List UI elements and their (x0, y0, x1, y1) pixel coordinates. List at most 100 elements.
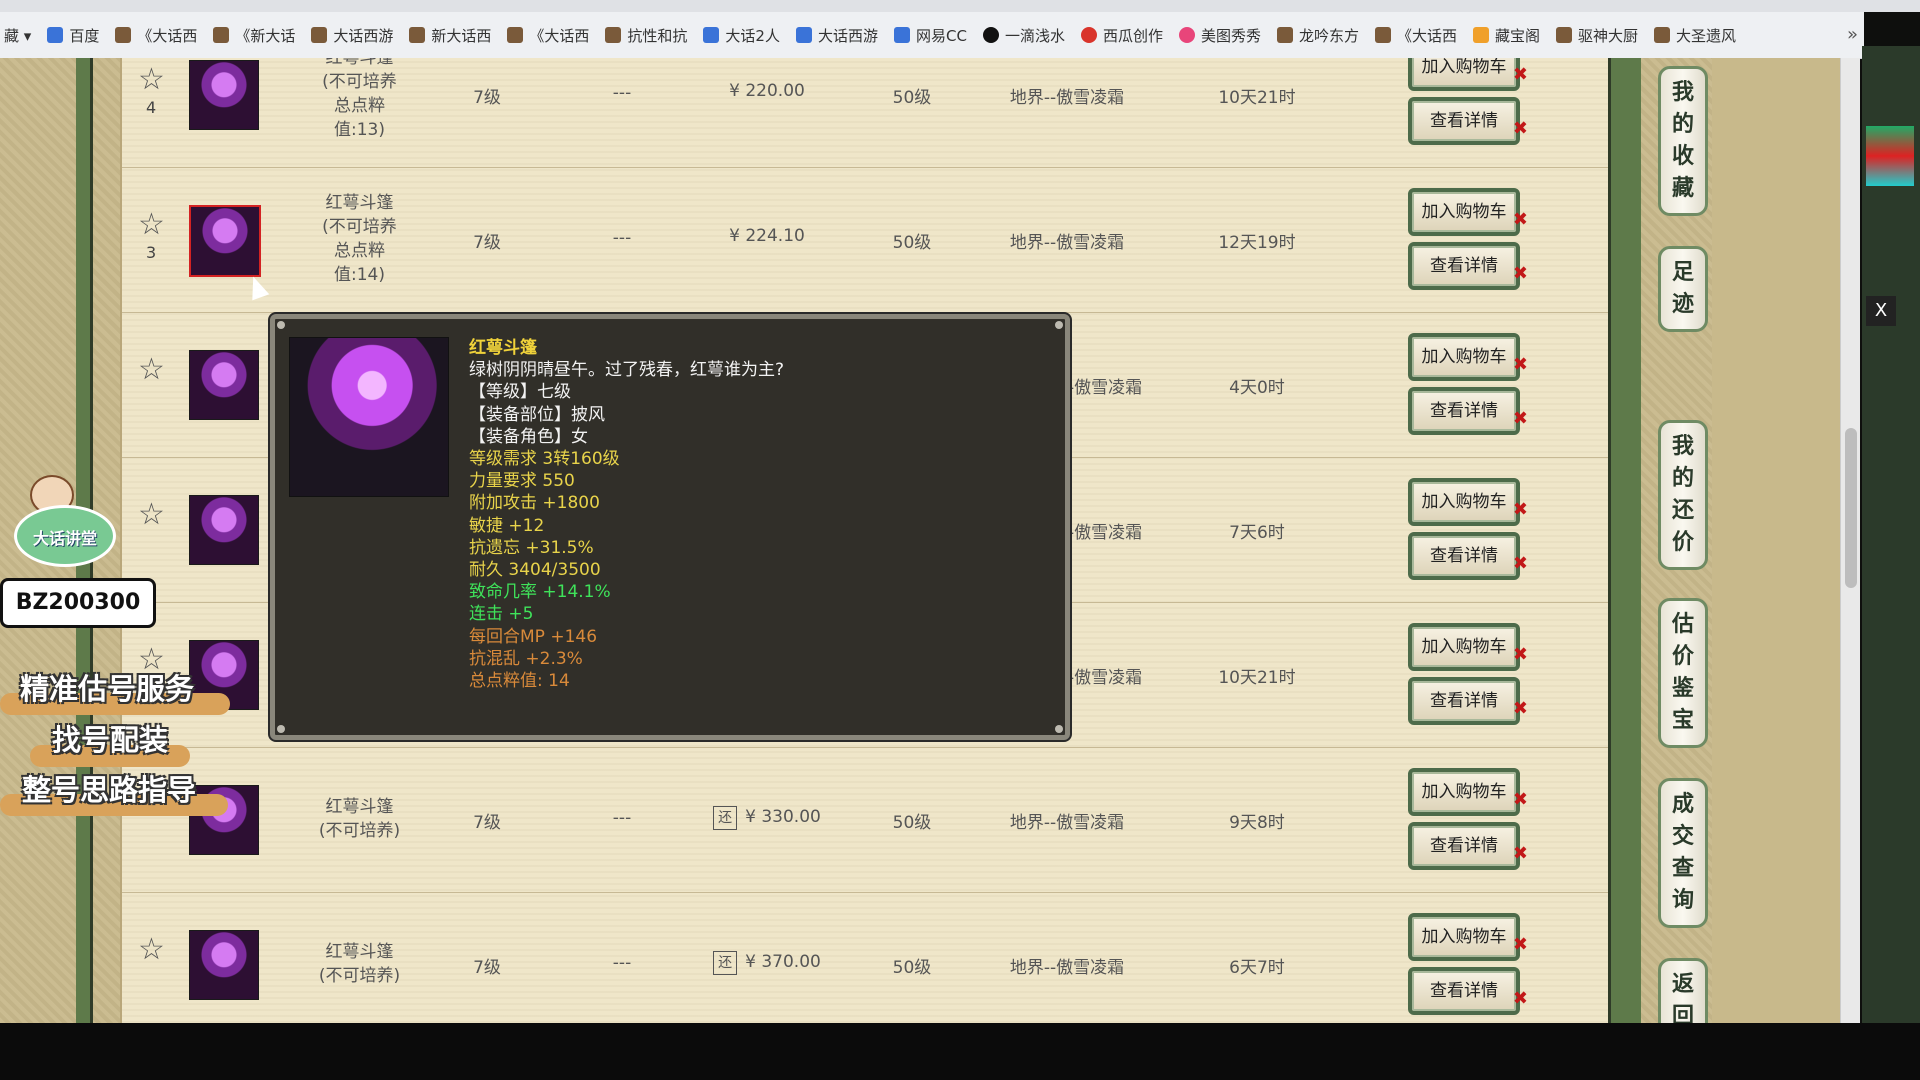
bookmark-item[interactable]: 藏 ▾ (4, 25, 31, 46)
bookmark-favicon-icon (605, 27, 622, 43)
add-to-cart-button[interactable]: 加入购物车 ✖ (1408, 333, 1528, 381)
bookmark-item[interactable]: 美图秀秀 (1178, 25, 1261, 46)
item-tooltip: 红萼斗篷 绿树阴阴晴昼午。过了残春，红萼谁为主? 【等级】七级 【装备部位】披风 【装… (270, 314, 1070, 740)
bookmark-favicon-icon (703, 27, 720, 43)
game-hud-icon (1866, 126, 1914, 186)
side-tab-1[interactable]: 足 迹 (1658, 246, 1708, 332)
item-extra: --- (612, 83, 632, 103)
bookmark-item[interactable]: 《大话西 (507, 25, 589, 46)
bargain-icon[interactable]: 还 (713, 806, 738, 830)
side-close-button[interactable]: X (1866, 296, 1896, 326)
view-details-button[interactable]: 查看详情 ✖ (1408, 967, 1528, 1015)
side-tab-label: 足 迹 (1671, 260, 1694, 317)
item-attribute-line: 等级需求 3转160级 (469, 449, 620, 470)
item-thumbnail[interactable] (189, 205, 261, 277)
view-details-button[interactable]: 查看详情 ✖ (1408, 387, 1528, 435)
side-tab-0[interactable]: 我 的 收 藏 (1658, 66, 1708, 216)
server-name: 地界--傲雪凌霜 (1009, 88, 1125, 108)
item-thumbnail[interactable] (189, 930, 259, 1000)
button-label: 查看详情 (1430, 691, 1498, 711)
button-label: 查看详情 (1430, 256, 1498, 276)
streamer-badge: 大话讲堂 (10, 475, 116, 567)
item-title: 红萼斗篷 (469, 338, 537, 358)
bookmark-item[interactable]: 新大话西 (409, 25, 491, 46)
table-row: ☆ 3 红萼斗篷 (不可培养 总点粹 值:14) 7级 --- 50级 地界--傲雪凌霜 12… (122, 167, 1610, 313)
promo-line-3: 整号思路指导 (22, 773, 197, 807)
scrollbar-thumb[interactable] (1845, 428, 1857, 588)
bookmarks-more-button[interactable]: » (1847, 24, 1858, 45)
item-thumbnail[interactable] (189, 60, 259, 130)
view-details-button[interactable]: 查看详情 ✖ (1408, 97, 1528, 145)
favorite-star-icon[interactable]: ☆ (138, 355, 166, 385)
bookmark-favicon-icon (47, 27, 64, 43)
favorite-star-icon[interactable]: ☆ (138, 210, 166, 240)
side-tab-4[interactable]: 成 交 查 询 (1658, 778, 1708, 928)
browser-tab-strip (0, 0, 1920, 12)
button-label: 查看详情 (1430, 111, 1498, 131)
side-tab-5[interactable]: 返 回 (1658, 958, 1708, 1023)
bookmark-item[interactable]: 大话西游 (795, 25, 878, 46)
button-label: 查看详情 (1430, 981, 1498, 1001)
item-attribute-line: 抗混乱 +2.3% (469, 648, 583, 669)
server-name: 地界--傲雪凌霜 (1009, 233, 1125, 253)
bookmark-item[interactable]: 西瓜创作 (1080, 25, 1163, 46)
side-tab-label: 返 回 (1671, 972, 1694, 1023)
view-details-button[interactable]: 查看详情 ✖ (1408, 677, 1528, 725)
right-edge-panel (1712, 58, 1860, 1023)
required-level: 50级 (892, 958, 932, 978)
add-to-cart-button[interactable]: 加入购物车 ✖ (1408, 188, 1528, 236)
item-extra: --- (612, 953, 632, 973)
bookmark-item[interactable]: 百度 (47, 25, 99, 46)
page-scrollbar[interactable] (1840, 58, 1860, 1023)
side-tab-3[interactable]: 估 价 鉴 宝 (1658, 598, 1708, 748)
add-to-cart-button[interactable]: 加入购物车 ✖ (1408, 58, 1528, 91)
bookmark-item[interactable]: 抗性和抗 (605, 25, 687, 46)
add-to-cart-button[interactable]: 加入购物车 ✖ (1408, 913, 1528, 961)
add-to-cart-button[interactable]: 加入购物车 ✖ (1408, 623, 1528, 671)
add-to-cart-button[interactable]: 加入购物车 ✖ (1408, 768, 1528, 816)
item-price: 还 ¥ 330.00 (682, 806, 852, 830)
bookmark-favicon-icon (1556, 27, 1573, 43)
item-thumbnail[interactable] (189, 350, 259, 420)
time-remaining: 6天7时 (1229, 958, 1285, 978)
bookmark-item[interactable]: 《新大话 (213, 25, 295, 46)
bookmark-item[interactable]: 大话西游 (311, 25, 393, 46)
bargain-icon[interactable]: 还 (713, 951, 738, 975)
item-name: 红萼斗篷 (不可培养) (318, 797, 401, 841)
bookmark-item[interactable]: 藏宝阁 (1473, 25, 1540, 46)
item-attribute-line: 【等级】七级 (469, 382, 571, 403)
server-name: 地界--傲雪凌霜 (1009, 813, 1125, 833)
close-icon: ✖ (1512, 263, 1528, 284)
item-level: 7级 (473, 958, 501, 978)
promo-line-2: 找号配装 (52, 723, 169, 757)
favorite-star-icon[interactable]: ☆ (138, 65, 166, 95)
item-attribute-line: 力量要求 550 (469, 471, 575, 492)
bookmark-item[interactable]: 大圣遗风 (1654, 25, 1736, 46)
bookmark-item[interactable]: 网易CC (893, 25, 967, 46)
bookmark-item[interactable]: 大话2人 (703, 25, 780, 46)
item-name: 红萼斗篷 (不可培养 总点粹 值:13) (322, 58, 397, 140)
bookmark-item[interactable]: 《大话西 (1375, 25, 1457, 46)
favorite-star-icon[interactable]: ☆ (138, 500, 166, 530)
item-attribute-line: 【装备角色】女 (469, 426, 588, 447)
bookmark-label: 美图秀秀 (1200, 26, 1261, 45)
bookmark-item[interactable]: 《大话西 (115, 25, 197, 46)
item-thumbnail[interactable] (189, 495, 259, 565)
close-icon: ✖ (1512, 64, 1528, 85)
time-remaining: 10天21时 (1218, 88, 1296, 108)
button-label: 加入购物车 (1421, 637, 1507, 657)
view-details-button[interactable]: 查看详情 ✖ (1408, 532, 1528, 580)
view-details-button[interactable]: 查看详情 ✖ (1408, 242, 1528, 290)
view-details-button[interactable]: 查看详情 ✖ (1408, 822, 1528, 870)
item-attributes: 红萼斗篷 绿树阴阴晴昼午。过了残春，红萼谁为主? 【等级】七级 【装备部位】披风 【装… (469, 337, 1049, 692)
favorite-count: 3 (146, 243, 157, 262)
add-to-cart-button[interactable]: 加入购物车 ✖ (1408, 478, 1528, 526)
bookmark-favicon-icon (1178, 27, 1195, 43)
close-icon: ✖ (1512, 698, 1528, 719)
side-tab-2[interactable]: 我 的 还 价 (1658, 420, 1708, 570)
favorite-star-icon[interactable]: ☆ (138, 935, 166, 965)
bookmark-item[interactable]: 驱神大厨 (1556, 25, 1638, 46)
bookmark-item[interactable]: 一滴浅水 (982, 25, 1065, 46)
close-icon: ✖ (1512, 553, 1528, 574)
bookmark-item[interactable]: 龙吟东方 (1276, 25, 1359, 46)
